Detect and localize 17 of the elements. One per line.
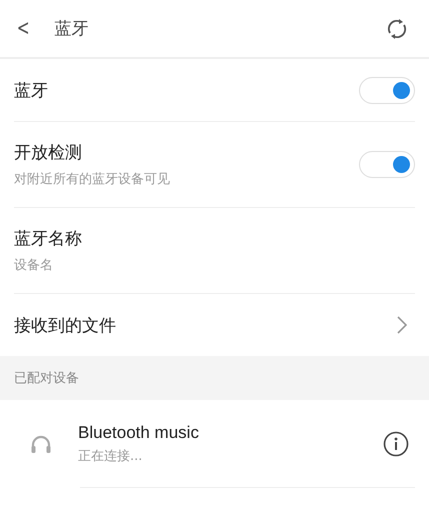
device-name: Bluetooth music	[78, 422, 200, 442]
back-button[interactable]: <	[16, 16, 30, 41]
setting-subtitle: 对附近所有的蓝牙设备可见	[14, 171, 171, 188]
device-status: 正在连接...	[78, 448, 144, 464]
setting-title: 接收到的文件	[14, 314, 117, 336]
chevron-icon	[397, 316, 407, 334]
toggle-switch[interactable]	[359, 76, 415, 104]
setting-title: 开放检测	[14, 142, 83, 164]
setting-title: 蓝牙名称	[14, 228, 83, 250]
refresh-icon[interactable]	[385, 16, 409, 40]
setting-title: 蓝牙	[14, 80, 49, 102]
setting-subtitle: 设备名	[14, 257, 54, 274]
headphones-icon	[30, 434, 52, 454]
info-icon[interactable]	[383, 430, 409, 456]
toggle-switch[interactable]	[359, 151, 415, 178]
section-header: 已配对设备	[0, 356, 429, 400]
page-title: 蓝牙	[54, 18, 90, 40]
